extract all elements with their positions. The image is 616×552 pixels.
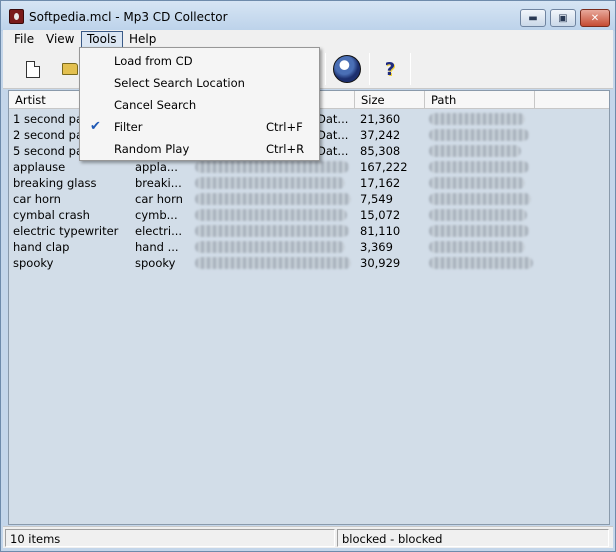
open-folder-icon (62, 63, 78, 75)
cell-title: car horn (135, 192, 183, 206)
menu-item-filter[interactable]: ✔ Filter Ctrl+F (82, 116, 317, 138)
cell-size: 30,929 (360, 256, 401, 270)
table-row[interactable]: electric typewriter electri... 81,110 (9, 223, 609, 239)
menu-file[interactable]: File (9, 31, 39, 48)
checkmark-icon: ✔ (90, 119, 101, 134)
redacted-path (429, 161, 529, 173)
redacted-path (429, 257, 533, 269)
cell-title: appla... (135, 160, 178, 174)
menu-item-label: Filter (114, 120, 143, 134)
menu-item-shortcut: Ctrl+R (266, 142, 305, 156)
cell-title: spooky (135, 256, 176, 270)
cell-album: Dat... (317, 144, 349, 158)
cell-size: 85,308 (360, 144, 401, 158)
toolbar-separator (325, 53, 326, 85)
toolbar-separator (410, 53, 411, 85)
cell-title: hand ... (135, 240, 179, 254)
menu-item-label: Load from CD (114, 54, 193, 68)
column-filler (535, 91, 609, 109)
cell-album: Dat... (317, 112, 349, 126)
title-bar[interactable]: Softpedia.mcl - Mp3 CD Collector ▬ ▣ ✕ (1, 1, 615, 31)
cell-size: 167,222 (360, 160, 408, 174)
menu-item-select-search-location[interactable]: Select Search Location (82, 72, 317, 94)
redacted-album (195, 193, 351, 205)
help-icon: ? (384, 58, 396, 80)
cell-size: 17,162 (360, 176, 401, 190)
globe-button[interactable] (332, 52, 362, 86)
redacted-path (429, 241, 525, 253)
table-row[interactable]: applause appla... 167,222 (9, 159, 609, 175)
menu-item-label: Random Play (114, 142, 190, 156)
redacted-path (429, 113, 525, 125)
cell-artist: breaking glass (13, 176, 97, 190)
menu-item-label: Cancel Search (114, 98, 197, 112)
help-button[interactable]: ? (375, 52, 405, 86)
menu-item-load-from-cd[interactable]: Load from CD (82, 50, 317, 72)
cell-artist: applause (13, 160, 66, 174)
table-row[interactable]: hand clap hand ... 3,369 (9, 239, 609, 255)
column-size[interactable]: Size (355, 91, 425, 109)
table-row[interactable]: breaking glass breaki... 17,162 (9, 175, 609, 191)
cell-size: 7,549 (360, 192, 393, 206)
minimize-button[interactable]: ▬ (520, 9, 546, 27)
column-path[interactable]: Path (425, 91, 535, 109)
table-row[interactable]: spooky spooky 30,929 (9, 255, 609, 271)
new-document-icon (26, 60, 40, 78)
cell-artist: cymbal crash (13, 208, 90, 222)
menu-view[interactable]: View (41, 31, 79, 48)
cell-title: breaki... (135, 176, 182, 190)
redacted-path (429, 177, 525, 189)
redacted-album (195, 161, 349, 173)
tools-menu-dropdown: Load from CD Select Search Location Canc… (79, 47, 320, 161)
cell-album: Dat... (317, 128, 349, 142)
status-item-count: 10 items (5, 529, 335, 547)
redacted-album (195, 177, 345, 189)
menu-tools[interactable]: Tools (81, 31, 123, 48)
table-row[interactable]: car horn car horn 7,549 (9, 191, 609, 207)
close-button[interactable]: ✕ (580, 9, 610, 27)
maximize-button[interactable]: ▣ (550, 9, 576, 27)
status-bar: 10 items blocked - blocked (3, 526, 613, 548)
redacted-path (429, 145, 521, 157)
menu-item-label: Select Search Location (114, 76, 245, 90)
cell-size: 15,072 (360, 208, 401, 222)
table-row[interactable]: cymbal crash cymb... 15,072 (9, 207, 609, 223)
new-button[interactable] (18, 52, 48, 86)
status-state: blocked - blocked (337, 529, 609, 547)
app-window: Softpedia.mcl - Mp3 CD Collector ▬ ▣ ✕ F… (0, 0, 616, 552)
redacted-path (429, 225, 529, 237)
cell-size: 21,360 (360, 112, 401, 126)
app-icon[interactable] (9, 9, 24, 24)
window-title: Softpedia.mcl - Mp3 CD Collector (29, 10, 228, 24)
cell-artist: hand clap (13, 240, 70, 254)
cell-artist: spooky (13, 256, 54, 270)
redacted-path (429, 193, 531, 205)
redacted-album (195, 257, 351, 269)
redacted-path (429, 209, 527, 221)
menu-item-random-play[interactable]: Random Play Ctrl+R (82, 138, 317, 160)
cell-title: electri... (135, 224, 183, 238)
redacted-album (195, 225, 349, 237)
cell-size: 37,242 (360, 128, 401, 142)
redacted-album (195, 209, 347, 221)
menu-item-cancel-search[interactable]: Cancel Search (82, 94, 317, 116)
cell-title: cymb... (135, 208, 178, 222)
cell-artist: car horn (13, 192, 61, 206)
menu-help[interactable]: Help (124, 31, 161, 48)
cell-size: 81,110 (360, 224, 401, 238)
redacted-path (429, 129, 529, 141)
toolbar-separator (369, 53, 370, 85)
cell-artist: electric typewriter (13, 224, 119, 238)
globe-icon (333, 55, 361, 83)
menu-item-shortcut: Ctrl+F (266, 120, 303, 134)
redacted-album (195, 241, 345, 253)
cell-size: 3,369 (360, 240, 393, 254)
